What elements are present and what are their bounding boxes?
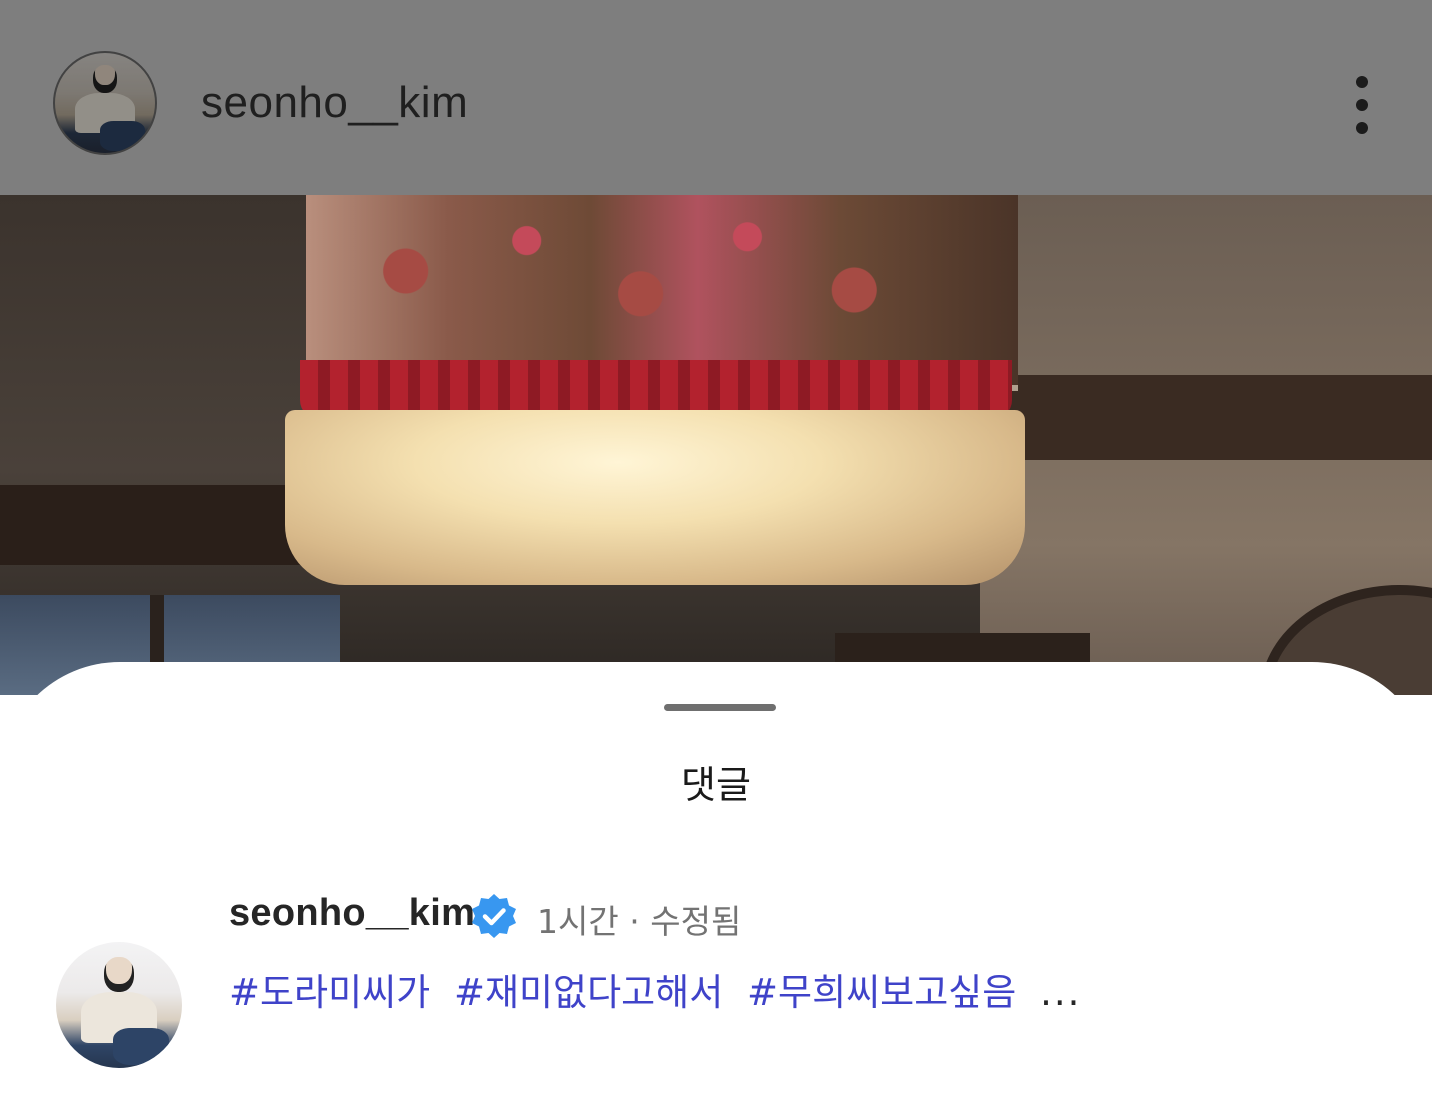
comment-meta: 1시간 · 수정됨 [537,895,741,943]
comment-edited: 수정됨 [650,902,742,941]
comment-text: #도라미씨가 #재미없다고해서 #무희씨보고싶음 ... [229,962,1081,1016]
more-button[interactable]: ... [1040,971,1081,1014]
header-username[interactable]: seonho__kim [201,78,468,128]
hashtag-link[interactable]: #도라미씨가 [229,971,430,1014]
verified-badge-icon [472,894,516,938]
post-photo [0,195,1432,695]
sheet-drag-handle[interactable] [664,704,776,711]
kebab-menu-icon[interactable] [1342,70,1382,140]
hashtag-link[interactable]: #무희씨보고싶음 [747,971,1016,1014]
comment-time: 1시간 [537,902,619,941]
sheet-title: 댓글 [681,763,751,807]
comment-username[interactable]: seonho__kim [229,892,475,935]
lamp-image [285,195,1025,585]
post-header: seonho__kim [0,0,1432,195]
header-avatar[interactable] [53,51,157,155]
comment-avatar[interactable] [56,942,182,1068]
comments-sheet: 댓글 seonho__kim 1시간 · 수정됨 #도라미씨가 #재미없다고해서… [0,662,1432,1113]
hashtag-link[interactable]: #재미없다고해서 [454,971,723,1014]
meta-separator: · [629,902,640,941]
